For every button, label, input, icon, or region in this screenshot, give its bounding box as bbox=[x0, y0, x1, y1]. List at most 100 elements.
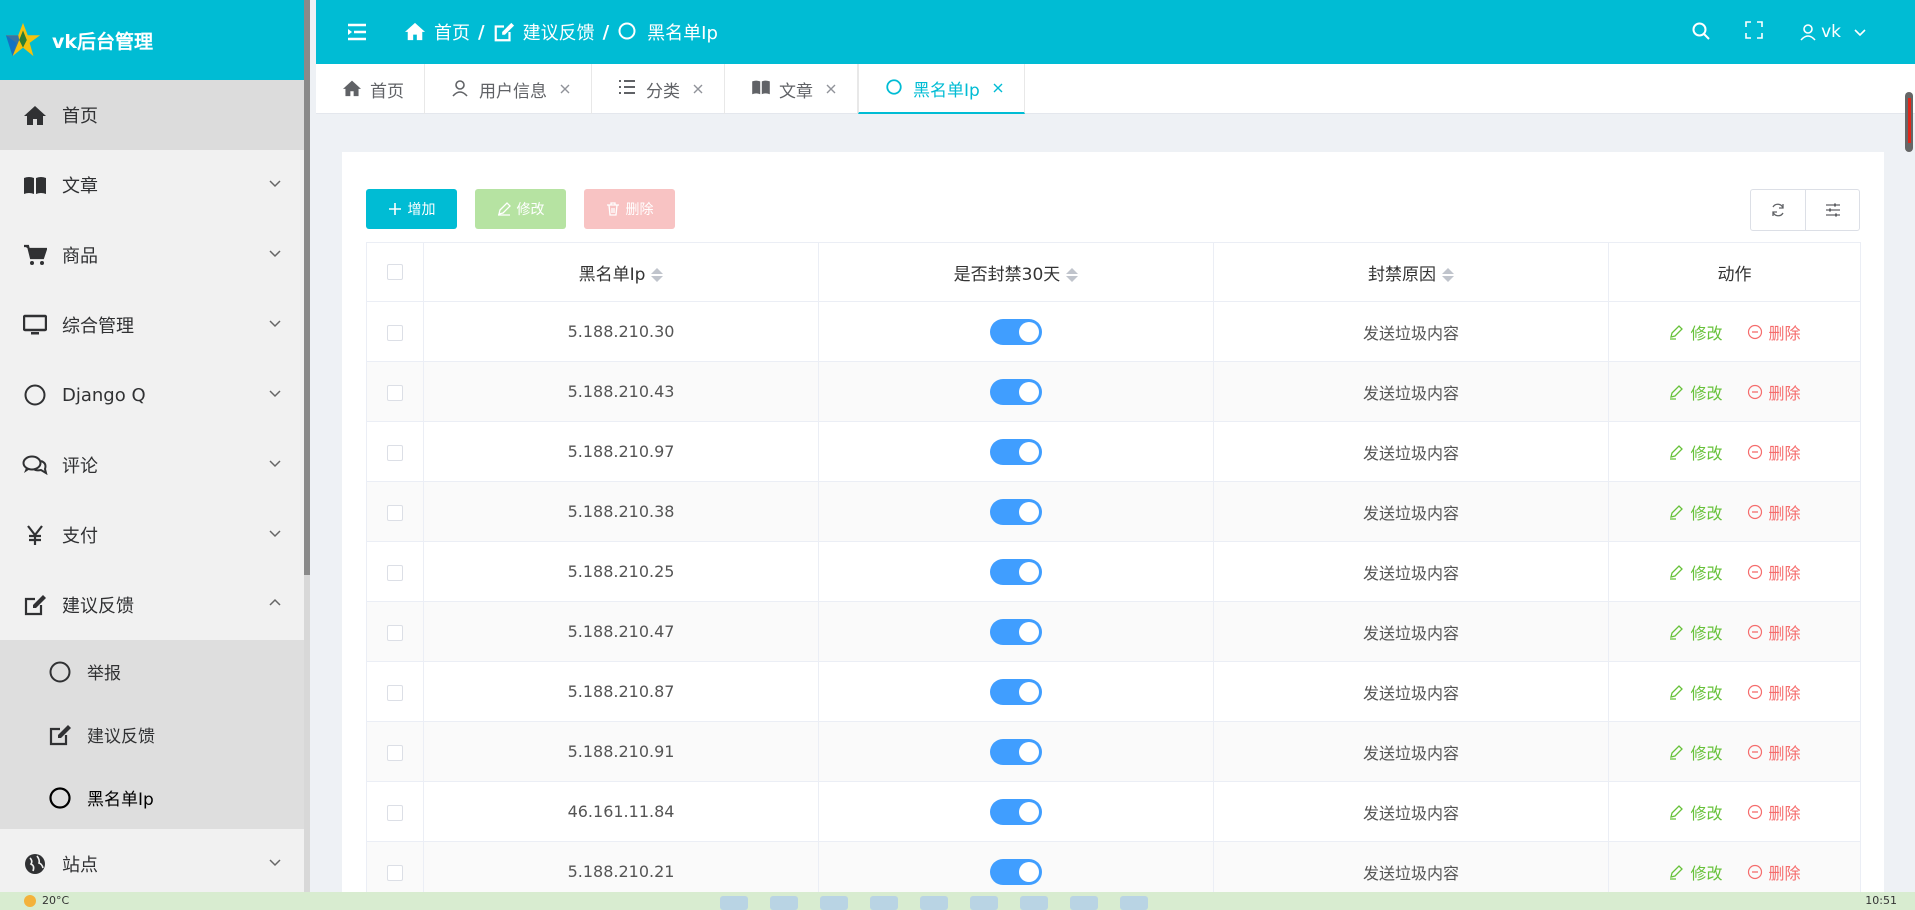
table-row[interactable]: 5.188.210.47 发送垃圾内容 修改 删除 bbox=[366, 601, 1861, 662]
row-edit-button[interactable]: 修改 bbox=[1668, 320, 1723, 344]
row-edit-button[interactable]: 修改 bbox=[1668, 440, 1723, 464]
sidebar-item-articles[interactable]: 文章 bbox=[0, 150, 310, 220]
start-icon[interactable] bbox=[720, 896, 748, 910]
page-scrollbar[interactable] bbox=[1903, 90, 1915, 890]
column-settings-button[interactable] bbox=[1805, 190, 1859, 230]
app-icon[interactable] bbox=[1070, 896, 1098, 910]
sidebar-item-suggestions[interactable]: 建议反馈 bbox=[0, 703, 310, 766]
menu-toggle-icon[interactable] bbox=[346, 21, 368, 43]
ban-30-days-switch[interactable] bbox=[990, 318, 1042, 345]
row-checkbox[interactable] bbox=[387, 384, 403, 401]
row-checkbox[interactable] bbox=[387, 444, 403, 461]
app-icon[interactable] bbox=[1020, 896, 1048, 910]
row-delete-button[interactable]: 删除 bbox=[1747, 800, 1801, 824]
row-checkbox[interactable] bbox=[387, 564, 403, 581]
column-header-ip[interactable]: 黑名单Ip bbox=[423, 242, 819, 302]
row-edit-button[interactable]: 修改 bbox=[1668, 860, 1723, 884]
sidebar-item-djangoq[interactable]: Django Q bbox=[0, 360, 310, 430]
brand-bar[interactable]: vk后台管理 bbox=[0, 0, 310, 80]
sidebar-item-feedback[interactable]: 建议反馈 bbox=[0, 570, 310, 640]
sidebar-item-home[interactable]: 首页 bbox=[0, 80, 310, 150]
table-row[interactable]: 5.188.210.25 发送垃圾内容 修改 删除 bbox=[366, 541, 1861, 602]
fullscreen-icon[interactable] bbox=[1745, 21, 1767, 43]
column-header-banned[interactable]: 是否封禁30天 bbox=[818, 242, 1214, 302]
row-delete-button[interactable]: 删除 bbox=[1747, 560, 1801, 584]
table-row[interactable]: 5.188.210.30 发送垃圾内容 修改 删除 bbox=[366, 301, 1861, 362]
row-edit-button[interactable]: 修改 bbox=[1668, 800, 1723, 824]
close-icon[interactable] bbox=[692, 83, 704, 95]
row-delete-button[interactable]: 删除 bbox=[1747, 320, 1801, 344]
app-icon[interactable] bbox=[1120, 896, 1148, 910]
sidebar-item-products[interactable]: 商品 bbox=[0, 220, 310, 290]
row-checkbox[interactable] bbox=[387, 324, 403, 341]
ban-30-days-switch[interactable] bbox=[990, 438, 1042, 465]
row-edit-button[interactable]: 修改 bbox=[1668, 680, 1723, 704]
sidebar-scrollbar[interactable] bbox=[304, 0, 310, 892]
row-delete-button[interactable]: 删除 bbox=[1747, 620, 1801, 644]
row-delete-button[interactable]: 删除 bbox=[1747, 680, 1801, 704]
sort-icon[interactable] bbox=[651, 267, 664, 282]
row-delete-button[interactable]: 删除 bbox=[1747, 500, 1801, 524]
add-button[interactable]: 增加 bbox=[366, 189, 457, 229]
ban-30-days-switch[interactable] bbox=[990, 558, 1042, 585]
close-icon[interactable] bbox=[825, 83, 837, 95]
table-row[interactable]: 5.188.210.87 发送垃圾内容 修改 删除 bbox=[366, 661, 1861, 722]
select-all-checkbox[interactable] bbox=[387, 264, 403, 280]
app-icon[interactable] bbox=[870, 896, 898, 910]
row-checkbox[interactable] bbox=[387, 624, 403, 641]
row-delete-button[interactable]: 删除 bbox=[1747, 740, 1801, 764]
breadcrumb-home[interactable]: 首页 bbox=[404, 19, 470, 45]
refresh-button[interactable] bbox=[1751, 190, 1805, 230]
app-icon[interactable] bbox=[920, 896, 948, 910]
ban-30-days-switch[interactable] bbox=[990, 798, 1042, 825]
sort-icon[interactable] bbox=[1066, 267, 1079, 282]
tab-articles[interactable]: 文章 bbox=[725, 64, 858, 114]
table-row[interactable]: 5.188.210.43 发送垃圾内容 修改 删除 bbox=[366, 361, 1861, 422]
ban-30-days-switch[interactable] bbox=[990, 858, 1042, 885]
row-delete-button[interactable]: 删除 bbox=[1747, 380, 1801, 404]
close-icon[interactable] bbox=[559, 83, 571, 95]
ban-30-days-switch[interactable] bbox=[990, 678, 1042, 705]
row-edit-button[interactable]: 修改 bbox=[1668, 740, 1723, 764]
user-menu[interactable]: vk bbox=[1799, 22, 1867, 42]
search-icon[interactable] bbox=[1691, 21, 1713, 43]
ban-30-days-switch[interactable] bbox=[990, 618, 1042, 645]
sidebar-item-site[interactable]: 站点 bbox=[0, 829, 310, 892]
row-checkbox[interactable] bbox=[387, 864, 403, 881]
sidebar-item-report[interactable]: 举报 bbox=[0, 640, 310, 703]
weather-widget[interactable]: 20°C bbox=[24, 894, 69, 907]
row-checkbox[interactable] bbox=[387, 744, 403, 761]
row-delete-button[interactable]: 删除 bbox=[1747, 860, 1801, 884]
row-edit-button[interactable]: 修改 bbox=[1668, 620, 1723, 644]
row-delete-button[interactable]: 删除 bbox=[1747, 440, 1801, 464]
table-row[interactable]: 5.188.210.97 发送垃圾内容 修改 删除 bbox=[366, 421, 1861, 482]
table-row[interactable]: 5.188.210.91 发送垃圾内容 修改 删除 bbox=[366, 721, 1861, 782]
ban-30-days-switch[interactable] bbox=[990, 378, 1042, 405]
table-row[interactable]: 5.188.210.38 发送垃圾内容 修改 删除 bbox=[366, 481, 1861, 542]
table-row[interactable]: 46.161.11.84 发送垃圾内容 修改 删除 bbox=[366, 781, 1861, 842]
tab-home[interactable]: 首页 bbox=[316, 64, 425, 114]
row-checkbox[interactable] bbox=[387, 804, 403, 821]
tab-user-info[interactable]: 用户信息 bbox=[425, 64, 592, 114]
tab-category[interactable]: 分类 bbox=[592, 64, 725, 114]
ban-30-days-switch[interactable] bbox=[990, 738, 1042, 765]
sidebar-item-general[interactable]: 综合管理 bbox=[0, 290, 310, 360]
close-icon[interactable] bbox=[992, 82, 1004, 94]
sidebar-item-comments[interactable]: 评论 bbox=[0, 430, 310, 500]
sidebar-item-payment[interactable]: 支付 bbox=[0, 500, 310, 570]
breadcrumb-feedback[interactable]: 建议反馈 bbox=[493, 19, 595, 45]
delete-button[interactable]: 删除 bbox=[584, 189, 675, 229]
sidebar-item-blacklist-ip[interactable]: 黑名单Ip bbox=[0, 766, 310, 829]
row-edit-button[interactable]: 修改 bbox=[1668, 380, 1723, 404]
app-icon[interactable] bbox=[970, 896, 998, 910]
column-header-reason[interactable]: 封禁原因 bbox=[1213, 242, 1609, 302]
sidebar-scrollbar-thumb[interactable] bbox=[304, 0, 310, 575]
ban-30-days-switch[interactable] bbox=[990, 498, 1042, 525]
app-icon[interactable] bbox=[770, 896, 798, 910]
row-edit-button[interactable]: 修改 bbox=[1668, 500, 1723, 524]
tab-blacklist-ip[interactable]: 黑名单Ip bbox=[858, 64, 1025, 114]
row-edit-button[interactable]: 修改 bbox=[1668, 560, 1723, 584]
sort-icon[interactable] bbox=[1442, 267, 1454, 282]
edit-button[interactable]: 修改 bbox=[475, 189, 566, 229]
app-icon[interactable] bbox=[820, 896, 848, 910]
